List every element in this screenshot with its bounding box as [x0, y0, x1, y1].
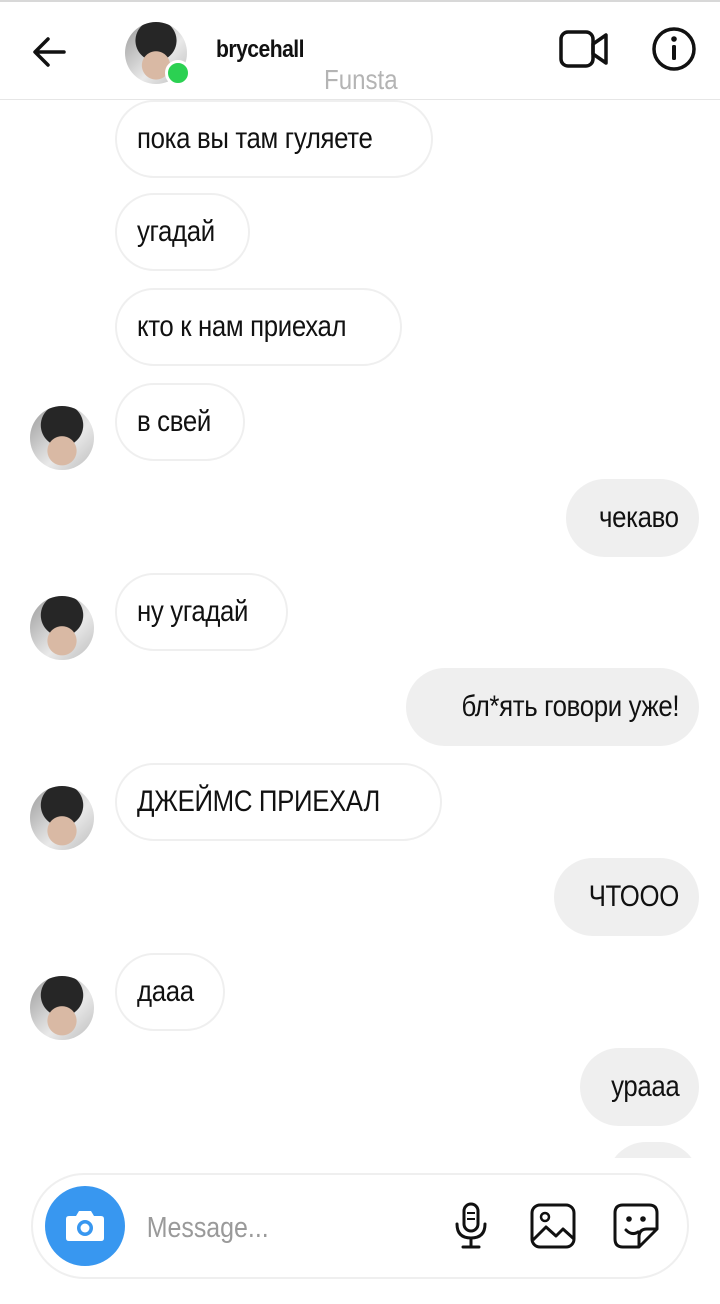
outgoing-message-partial [607, 1142, 699, 1158]
voice-message-button[interactable] [446, 1201, 496, 1251]
sender-avatar[interactable] [30, 976, 94, 1040]
sender-avatar[interactable] [30, 406, 94, 470]
outgoing-message: чекаво [566, 479, 699, 557]
incoming-message: ДЖЕЙМС ПРИЕХАЛ [115, 763, 442, 841]
incoming-message: кто к нам приехал [115, 288, 403, 366]
outgoing-message: урааа [579, 1048, 699, 1126]
incoming-message: пока вы там гуляете [115, 100, 433, 178]
sender-avatar[interactable] [30, 786, 94, 850]
gallery-button[interactable] [528, 1201, 578, 1251]
avatar [30, 406, 94, 470]
message-input[interactable] [145, 1205, 390, 1251]
info-button[interactable] [651, 26, 697, 72]
avatar [30, 976, 94, 1040]
chat-username[interactable]: brycehall [216, 36, 305, 64]
video-call-button[interactable] [558, 28, 610, 70]
incoming-message: угадай [115, 193, 250, 271]
camera-icon [66, 1211, 104, 1241]
avatar [30, 596, 94, 660]
info-icon [652, 27, 696, 71]
online-status-dot [165, 60, 191, 86]
sender-avatar[interactable] [30, 596, 94, 660]
incoming-message: ну угадай [115, 573, 289, 651]
camera-button[interactable] [45, 1186, 125, 1266]
video-camera-icon [559, 30, 608, 68]
back-arrow-icon [33, 37, 66, 67]
gallery-icon [530, 1203, 576, 1249]
sticker-button[interactable] [611, 1201, 661, 1251]
header-avatar[interactable] [125, 22, 191, 86]
avatar [30, 786, 94, 850]
message-thread[interactable]: пока вы там гуляете угадай кто к нам при… [0, 100, 720, 1158]
message-composer [31, 1173, 689, 1279]
incoming-message: в свей [115, 383, 245, 461]
microphone-icon [455, 1202, 487, 1249]
back-button[interactable] [28, 30, 72, 74]
sticker-icon [613, 1203, 659, 1249]
outgoing-message: бл*ять говори уже! [405, 668, 699, 746]
outgoing-message: ЧТООО [554, 858, 699, 936]
incoming-message: дааа [115, 953, 225, 1031]
funsta-watermark: Funsta [324, 64, 398, 95]
